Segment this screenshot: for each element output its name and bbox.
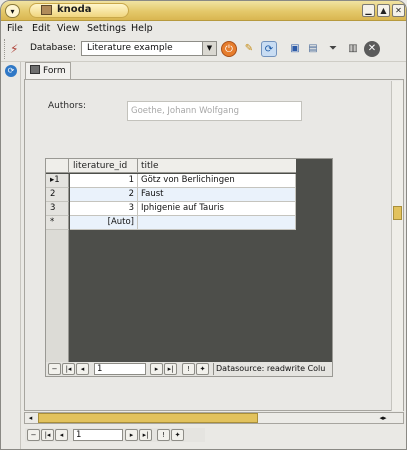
row-marker[interactable]: ▸1 [46,174,69,188]
grid-record-field[interactable]: 1 [94,363,146,375]
side-panel [1,62,21,449]
minimize-icon[interactable]: ▁ [362,4,375,17]
menu-settings[interactable]: Settings [87,23,126,34]
next-record-button[interactable]: ▸ [150,363,163,375]
database-select[interactable]: Literature example ▼ [81,41,217,56]
window-title: knoda [57,4,92,15]
side-refresh-icon[interactable]: ⟳ [5,65,17,77]
form-record-field[interactable]: 1 [73,429,123,441]
save-icon[interactable]: ▣ [287,41,303,57]
last-record-button[interactable]: ▸| [164,363,177,375]
app-icon [41,5,52,15]
form-save-record-button[interactable]: ! [157,429,170,441]
form-next-record-button[interactable]: ▸ [125,429,138,441]
authors-field[interactable]: Goethe, Johann Wolfgang [127,101,302,121]
form-delete-record-button[interactable]: − [27,429,40,441]
grid-corner [46,159,69,173]
cell-literature-id-new[interactable]: [Auto] [70,216,138,230]
horizontal-scroll-thumb[interactable] [38,413,258,423]
filter-icon[interactable]: ⏷ [325,41,341,57]
delete-record-button[interactable]: − [48,363,61,375]
row-marker-new[interactable]: * [46,216,69,230]
close-icon[interactable]: ✕ [392,4,405,17]
cell-title[interactable]: Faust [138,188,296,202]
stop-icon[interactable]: ⏻ [221,41,237,57]
menu-file[interactable]: File [7,23,23,34]
form-new-record-button[interactable]: ✦ [171,429,184,441]
database-icon: ⚡ [10,42,19,56]
grid-navigator: − |◂ ◂ 1 ▸ ▸| ! ✦ Datasource: readwrite … [46,362,332,376]
chevron-down-icon[interactable]: ▼ [202,42,216,55]
datasource-status: Datasource: readwrite Colu [213,363,332,375]
column-header-literature-id[interactable]: literature_id [70,159,138,173]
menu-view[interactable]: View [57,23,80,34]
save-all-icon[interactable]: ▤ [305,41,321,57]
save-record-button[interactable]: ! [182,363,195,375]
application-window: ▾ knoda ▁ ▲ ✕ File Edit View Settings He… [0,0,407,450]
cell-title[interactable]: Iphigenie auf Tauris [138,202,296,216]
first-record-button[interactable]: |◂ [62,363,75,375]
tab-bar [21,62,406,79]
scroll-left-icon[interactable]: ◂ [25,413,36,423]
cell-title[interactable]: Götz von Berlichingen [138,174,296,188]
edit-pencil-icon[interactable]: ✎ [241,41,257,57]
cell-literature-id[interactable]: 3 [70,202,138,216]
horizontal-scrollbar[interactable]: ◂ ◂▸ [24,412,404,424]
row-marker[interactable]: 2 [46,188,69,202]
cell-literature-id[interactable]: 2 [70,188,138,202]
refresh-icon[interactable]: ⟳ [261,41,277,57]
form-navigator: − |◂ ◂ 1 ▸ ▸| ! ✦ [25,428,205,442]
database-label: Database: [30,43,76,53]
previous-record-button[interactable]: ◂ [76,363,89,375]
close-form-icon[interactable]: ✕ [364,41,380,57]
column-header-title[interactable]: title [138,159,296,173]
authors-label: Authors: [48,101,87,111]
tab-label: Form [43,66,66,76]
cell-title-new[interactable] [138,216,296,230]
window-menu-icon[interactable]: ▾ [5,4,20,18]
vertical-scroll-thumb[interactable] [393,206,402,220]
new-record-button[interactable]: ✦ [196,363,209,375]
form-previous-record-button[interactable]: ◂ [55,429,68,441]
vertical-scrollbar[interactable] [391,81,403,411]
form-last-record-button[interactable]: ▸| [139,429,152,441]
maximize-icon[interactable]: ▲ [377,4,390,17]
sort-icon[interactable]: ▥ [345,41,361,57]
menu-help[interactable]: Help [131,23,153,34]
toolbar-grip[interactable] [4,39,9,59]
form-first-record-button[interactable]: |◂ [41,429,54,441]
scroll-right-icon[interactable]: ◂▸ [371,413,395,423]
subform-grid: literature_id title ▸1 1 Götz von Berlic… [45,158,333,377]
row-marker[interactable]: 3 [46,202,69,216]
cell-literature-id[interactable]: 1 [70,174,138,188]
form-icon [30,65,40,74]
database-select-value: Literature example [87,43,173,53]
row-header-strip [46,230,69,362]
menu-edit[interactable]: Edit [32,23,50,34]
